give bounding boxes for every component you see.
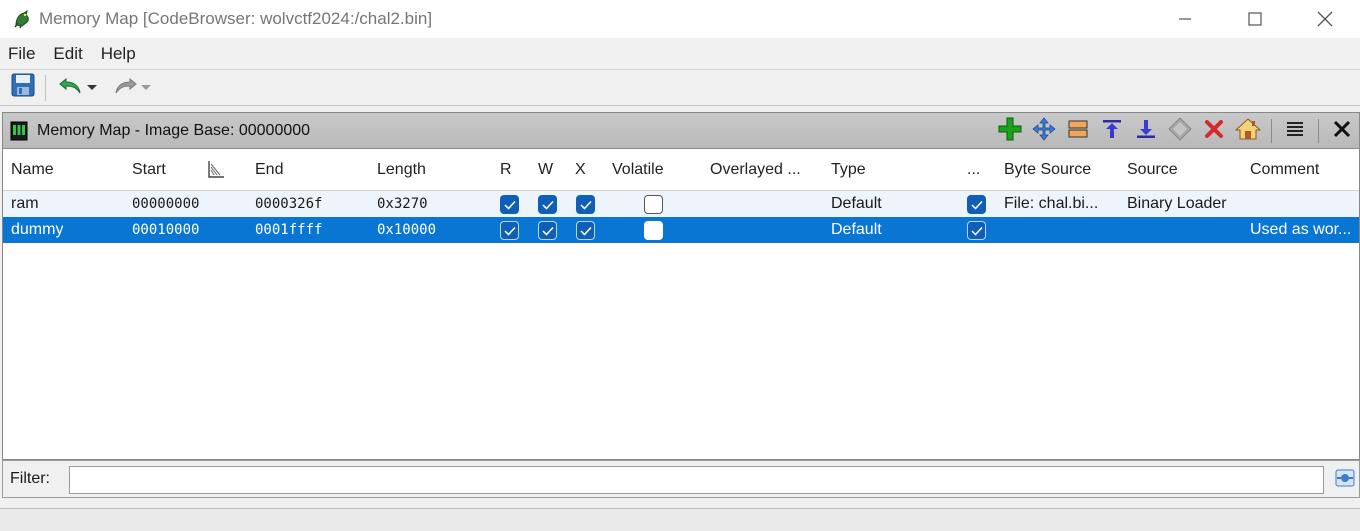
column-header-w[interactable]: W bbox=[538, 161, 553, 179]
move-block-button[interactable] bbox=[1027, 114, 1061, 148]
undo-button[interactable] bbox=[54, 73, 100, 103]
initialized-checkbox[interactable] bbox=[967, 221, 986, 240]
set-image-base-icon bbox=[1234, 117, 1262, 146]
panel-actions-separator bbox=[1318, 119, 1319, 143]
cell-type: Default bbox=[831, 221, 882, 238]
read-checkbox[interactable] bbox=[500, 221, 519, 240]
column-header-end[interactable]: End bbox=[255, 161, 283, 179]
status-bar bbox=[0, 508, 1360, 531]
redo-button[interactable] bbox=[108, 73, 154, 103]
column-header-length[interactable]: Length bbox=[377, 161, 426, 179]
cell-byte-source bbox=[1004, 217, 1120, 243]
table-row[interactable]: dummy 00010000 0001ffff 0x10000 Default … bbox=[3, 217, 1359, 243]
execute-checkbox[interactable] bbox=[576, 221, 595, 240]
panel-actions bbox=[993, 113, 1359, 149]
undo-icon bbox=[58, 74, 84, 101]
ghidra-dragon-icon bbox=[11, 8, 33, 30]
filter-options-button[interactable] bbox=[1331, 465, 1359, 495]
menu-bar: File Edit Help bbox=[0, 38, 1360, 70]
column-header-name[interactable]: Name bbox=[11, 161, 54, 179]
add-block-icon bbox=[998, 117, 1022, 146]
table-header: Name Start End Length R W X Volatile Ove… bbox=[3, 149, 1359, 191]
maximize-button[interactable] bbox=[1220, 0, 1290, 38]
column-header-byte-source[interactable]: Byte Source bbox=[1004, 161, 1091, 179]
column-header-comment[interactable]: Comment bbox=[1250, 161, 1319, 179]
window-controls bbox=[1150, 0, 1360, 38]
panel-header: Memory Map - Image Base: 00000000 bbox=[3, 113, 1359, 149]
panel-actions-separator bbox=[1271, 119, 1272, 143]
merge-blocks-button[interactable] bbox=[1163, 114, 1197, 148]
delete-block-icon bbox=[1204, 119, 1224, 144]
merge-blocks-icon bbox=[1168, 116, 1192, 146]
expand-down-icon bbox=[1135, 118, 1157, 145]
column-menu-icon bbox=[1285, 119, 1305, 144]
write-checkbox[interactable] bbox=[538, 221, 557, 240]
split-block-icon bbox=[1067, 118, 1089, 145]
redo-icon bbox=[112, 74, 138, 101]
close-window-button[interactable] bbox=[1290, 0, 1360, 38]
menu-edit[interactable]: Edit bbox=[44, 44, 91, 64]
redo-dropdown-icon[interactable] bbox=[140, 85, 151, 90]
save-icon bbox=[11, 73, 35, 102]
toolbar bbox=[0, 70, 1360, 106]
filter-options-icon bbox=[1333, 466, 1357, 495]
cell-type: Default bbox=[831, 195, 882, 212]
cell-start: 00000000 bbox=[132, 196, 200, 212]
undo-dropdown-icon[interactable] bbox=[86, 85, 97, 90]
table-row[interactable]: ram 00000000 0000326f 0x3270 Default Fil… bbox=[3, 191, 1359, 217]
column-menu-button[interactable] bbox=[1278, 114, 1312, 148]
set-image-base-button[interactable] bbox=[1231, 114, 1265, 148]
delete-block-button[interactable] bbox=[1197, 114, 1231, 148]
expand-up-icon bbox=[1101, 118, 1123, 145]
cell-length: 0x10000 bbox=[377, 222, 437, 238]
move-block-icon bbox=[1032, 116, 1056, 146]
column-header-source[interactable]: Source bbox=[1127, 161, 1178, 179]
column-header-start[interactable]: Start bbox=[132, 161, 166, 179]
add-block-button[interactable] bbox=[993, 114, 1027, 148]
memory-map-panel: Memory Map - Image Base: 00000000 Name S… bbox=[2, 112, 1360, 460]
volatile-checkbox[interactable] bbox=[644, 221, 663, 240]
cell-start: 00010000 bbox=[132, 222, 200, 238]
read-checkbox[interactable] bbox=[500, 195, 519, 214]
memory-chip-icon bbox=[9, 121, 29, 141]
close-panel-button[interactable] bbox=[1325, 114, 1359, 148]
sort-icon[interactable] bbox=[206, 159, 226, 184]
cell-name: dummy bbox=[11, 221, 64, 238]
cell-end: 0000326f bbox=[255, 196, 323, 212]
cell-comment: Used as wor... bbox=[1250, 221, 1352, 238]
filter-bar: Filter: bbox=[2, 460, 1360, 498]
column-header-initialized[interactable]: ... bbox=[967, 161, 980, 179]
column-header-x[interactable]: X bbox=[575, 161, 586, 179]
save-button[interactable] bbox=[9, 73, 37, 103]
cell-end: 0001ffff bbox=[255, 222, 323, 238]
menu-help[interactable]: Help bbox=[92, 44, 145, 64]
initialized-checkbox[interactable] bbox=[967, 195, 986, 214]
window-title: Memory Map [CodeBrowser: wolvctf2024:/ch… bbox=[39, 9, 433, 28]
column-header-volatile[interactable]: Volatile bbox=[612, 161, 664, 179]
cell-byte-source: File: chal.bi... bbox=[1004, 195, 1099, 212]
minimize-button[interactable] bbox=[1150, 0, 1220, 38]
column-header-r[interactable]: R bbox=[500, 161, 512, 179]
cell-name: ram bbox=[11, 195, 39, 212]
cell-comment bbox=[1250, 191, 1358, 217]
split-block-button[interactable] bbox=[1061, 114, 1095, 148]
column-header-type[interactable]: Type bbox=[831, 161, 866, 179]
cell-source: Binary Loader bbox=[1127, 195, 1227, 212]
toolbar-separator bbox=[45, 74, 46, 101]
menu-file[interactable]: File bbox=[0, 44, 44, 64]
column-header-overlayed[interactable]: Overlayed ... bbox=[710, 161, 801, 179]
title-bar: Memory Map [CodeBrowser: wolvctf2024:/ch… bbox=[0, 0, 1360, 38]
panel-title: Memory Map - Image Base: 00000000 bbox=[37, 121, 311, 139]
volatile-checkbox[interactable] bbox=[644, 195, 663, 214]
filter-label: Filter: bbox=[10, 470, 50, 487]
execute-checkbox[interactable] bbox=[576, 195, 595, 214]
expand-down-button[interactable] bbox=[1129, 114, 1163, 148]
cell-length: 0x3270 bbox=[377, 196, 428, 212]
close-icon bbox=[1333, 120, 1351, 143]
write-checkbox[interactable] bbox=[538, 195, 557, 214]
expand-up-button[interactable] bbox=[1095, 114, 1129, 148]
filter-input[interactable] bbox=[69, 466, 1324, 494]
